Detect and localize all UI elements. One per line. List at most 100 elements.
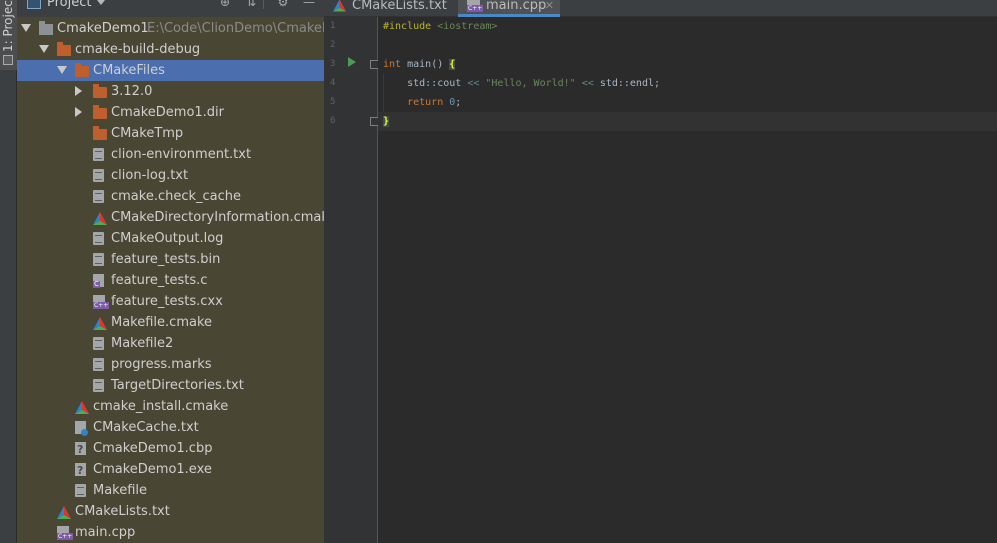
- tree-item-label: CMakeFiles: [93, 63, 165, 78]
- text-file-icon: [75, 484, 86, 497]
- tree-item[interactable]: CMakeTmp: [17, 123, 324, 144]
- text-file-icon: [93, 190, 104, 203]
- tree-item-label: CmakeDemo1.exe: [93, 462, 212, 477]
- line-number: 1: [330, 21, 336, 31]
- tree-item[interactable]: CMakeOutput.log: [17, 228, 324, 249]
- tree-item[interactable]: CMakeCache.txt: [17, 417, 324, 438]
- editor-tab-bar: CMakeLists.txt C++ main.cpp ✕: [324, 0, 997, 17]
- tree-item-label: CMakeTmp: [111, 126, 184, 141]
- line-number: 5: [330, 97, 336, 107]
- cmake-file-icon: [57, 505, 71, 519]
- cpp-file-icon: C++: [467, 0, 484, 12]
- folder-icon: [93, 126, 107, 140]
- expand-arrow-icon[interactable]: [39, 45, 49, 53]
- tree-item-label: Makefile: [93, 483, 148, 498]
- folder-gray-icon: [39, 21, 53, 35]
- text-file-icon: [93, 232, 104, 245]
- tree-item[interactable]: feature_tests.bin: [17, 249, 324, 270]
- tree-item[interactable]: Makefile2: [17, 333, 324, 354]
- cmake-file-icon: [93, 211, 107, 225]
- cmake-icon: [333, 0, 346, 12]
- tree-item[interactable]: clion-environment.txt: [17, 144, 324, 165]
- tree-item[interactable]: Makefile: [17, 480, 324, 501]
- cmake-file-icon: [75, 400, 89, 414]
- tree-item[interactable]: CmakeDemo1.cbp: [17, 438, 324, 460]
- tree-item[interactable]: CMakeDirectoryInformation.cmake: [17, 207, 336, 228]
- cpp-file-icon: [57, 526, 74, 540]
- current-line-highlight: [378, 112, 997, 131]
- unknown-file-icon: [75, 460, 86, 481]
- tree-item-label: 3.12.0: [111, 84, 153, 99]
- text-file-icon: [93, 337, 104, 350]
- tool-window-strip: 1: Project: [0, 0, 17, 543]
- tree-item-label: CMakeLists.txt: [75, 504, 170, 519]
- code-line-3: int main() {: [383, 59, 456, 70]
- tree-item-label: TargetDirectories.txt: [111, 378, 244, 393]
- collapse-all-icon[interactable]: ⇅: [243, 0, 259, 9]
- tree-item[interactable]: progress.marks: [17, 354, 324, 375]
- tab-label: main.cpp: [486, 0, 547, 13]
- tree-item[interactable]: feature_tests.c: [17, 270, 324, 291]
- collapse-arrow-icon[interactable]: [75, 86, 82, 96]
- tree-item-label: main.cpp: [75, 525, 136, 540]
- tree-item-label: Makefile2: [111, 336, 174, 351]
- structure-icon[interactable]: [3, 55, 13, 65]
- tree-item-label: cmake-build-debug: [75, 42, 201, 57]
- text-file-icon: [93, 358, 104, 371]
- unknown-file-icon: [75, 439, 86, 460]
- locate-icon[interactable]: ⊕: [217, 0, 233, 9]
- code-line-6: }: [383, 116, 390, 127]
- project-tree: CmakeDemo1 E:\Code\ClionDemo\CmakeDemo1 cm…: [17, 17, 369, 543]
- tree-item-label: CMakeDirectoryInformation.cmake: [111, 210, 337, 225]
- header-divider: [263, 0, 264, 9]
- chevron-down-icon[interactable]: [97, 0, 105, 5]
- tree-item[interactable]: CmakeDemo1.dir: [17, 102, 324, 123]
- expand-arrow-icon[interactable]: [21, 24, 31, 32]
- tree-item[interactable]: cmake_install.cmake: [17, 396, 324, 417]
- tree-item[interactable]: main.cpp: [17, 522, 324, 543]
- text-file-icon: [93, 253, 104, 266]
- tab-cmakelists[interactable]: CMakeLists.txt: [324, 0, 449, 17]
- code-line-5: return 0;: [407, 97, 462, 108]
- collapse-arrow-icon[interactable]: [75, 107, 82, 117]
- tree-item-label: CmakeDemo1.dir: [111, 105, 225, 120]
- line-number: 6: [330, 116, 336, 126]
- tree-item-label: clion-environment.txt: [111, 147, 252, 162]
- folder-icon: [93, 84, 107, 98]
- tree-item[interactable]: cmake.check_cache: [17, 186, 324, 207]
- project-tool-label: 1: Project: [1, 0, 15, 52]
- project-panel: Project ⊕ ⇅ ⚙ — CmakeDemo1 E:\Code\ClionD…: [17, 0, 369, 543]
- tree-item[interactable]: TargetDirectories.txt: [17, 375, 324, 396]
- tree-item[interactable]: feature_tests.cxx: [17, 291, 324, 312]
- cache-file-icon: [75, 421, 88, 436]
- tree-item[interactable]: CMakeFiles: [17, 60, 324, 81]
- folder-icon: [75, 63, 89, 77]
- tree-item-label: progress.marks: [111, 357, 212, 372]
- expand-arrow-icon[interactable]: [57, 66, 67, 74]
- project-panel-title[interactable]: Project: [47, 0, 91, 10]
- line-number: 4: [330, 78, 336, 88]
- tree-item[interactable]: 3.12.0: [17, 81, 324, 102]
- tree-item-label: CMakeCache.txt: [93, 420, 199, 435]
- line-number: 2: [330, 40, 336, 50]
- tree-item[interactable]: CmakeDemo1.exe: [17, 459, 324, 481]
- tree-item-label: CMakeOutput.log: [111, 231, 224, 246]
- tree-item[interactable]: CMakeLists.txt: [17, 501, 324, 522]
- tree-item[interactable]: clion-log.txt: [17, 165, 324, 186]
- gear-icon[interactable]: ⚙: [275, 0, 291, 9]
- tree-item[interactable]: cmake-build-debug: [17, 39, 324, 60]
- editor-gutter: 1 2 3 4 5 6: [324, 17, 379, 543]
- folder-icon: [93, 105, 107, 119]
- tree-item[interactable]: Makefile.cmake: [17, 312, 324, 333]
- tree-item-label: Makefile.cmake: [111, 315, 213, 330]
- tab-main-cpp[interactable]: C++ main.cpp ✕: [458, 0, 560, 17]
- hide-panel-icon[interactable]: —: [301, 0, 317, 9]
- tree-item[interactable]: CmakeDemo1 E:\Code\ClionDemo\CmakeDemo1: [17, 18, 369, 39]
- run-icon[interactable]: [348, 57, 356, 67]
- code-editor[interactable]: #include <iostream> int main() { std::co…: [378, 17, 997, 543]
- c-file-icon: [93, 274, 104, 288]
- close-icon[interactable]: ✕: [545, 0, 554, 15]
- tree-item-label: CmakeDemo1.cbp: [93, 441, 213, 456]
- code-line-1: #include <iostream>: [383, 21, 498, 32]
- text-file-icon: [93, 169, 104, 182]
